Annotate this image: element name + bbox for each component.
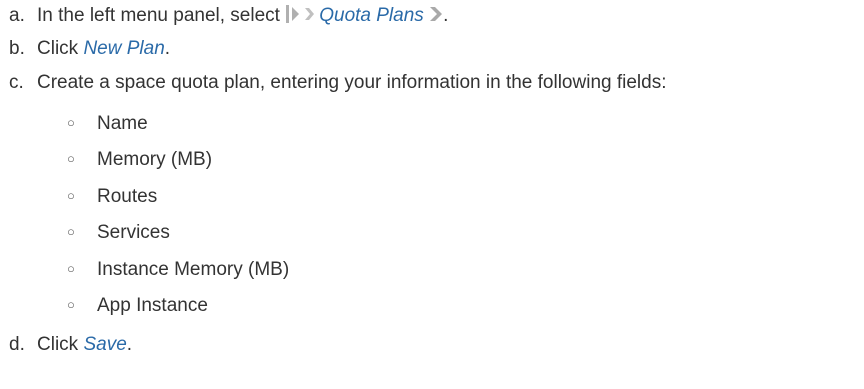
- field-list-item: ○ Services: [67, 220, 170, 245]
- field-name: Instance Memory (MB): [97, 259, 290, 280]
- menu-expand-icon: [285, 4, 319, 31]
- bullet-circle-icon: ○: [67, 297, 75, 312]
- field-name: Memory (MB): [97, 149, 213, 170]
- step-text: Click: [37, 38, 79, 59]
- bullet-circle-icon: ○: [67, 151, 75, 166]
- new-plan-link[interactable]: New Plan: [83, 38, 164, 59]
- quota-plans-link[interactable]: Quota Plans: [319, 5, 424, 26]
- step-b: b. Click New Plan.: [9, 37, 170, 61]
- field-list-item: ○ Name: [67, 111, 148, 136]
- step-a: a. In the left menu panel, select Quota P…: [9, 4, 448, 31]
- step-text: In the left menu panel, select: [37, 5, 280, 26]
- step-marker: a.: [9, 5, 25, 26]
- chevron-right-icon: [429, 4, 443, 31]
- field-list-item: ○ Instance Memory (MB): [67, 257, 289, 282]
- step-marker: c.: [9, 72, 24, 93]
- bullet-circle-icon: ○: [67, 261, 75, 276]
- field-name: Routes: [97, 186, 158, 207]
- step-text-end: .: [443, 5, 449, 26]
- step-text: Click: [37, 334, 79, 355]
- save-link[interactable]: Save: [83, 334, 126, 355]
- step-c: c. Create a space quota plan, entering yo…: [9, 71, 667, 95]
- instruction-document: a. In the left menu panel, select Quota P…: [0, 0, 864, 389]
- field-name: App Instance: [97, 295, 208, 316]
- bullet-circle-icon: ○: [67, 188, 75, 203]
- bullet-circle-icon: ○: [67, 224, 75, 239]
- step-marker: d.: [9, 334, 25, 355]
- bullet-circle-icon: ○: [67, 115, 75, 130]
- field-list-item: ○ Memory (MB): [67, 147, 212, 172]
- field-list-item: ○ Routes: [67, 184, 157, 209]
- step-text-end: .: [126, 334, 133, 355]
- step-d: d. Click Save.: [9, 333, 132, 357]
- field-list-item: ○ App Instance: [67, 293, 208, 318]
- field-name: Name: [97, 113, 148, 134]
- step-text: Create a space quota plan, entering your…: [37, 72, 667, 93]
- field-name: Services: [97, 222, 170, 243]
- step-marker: b.: [9, 38, 25, 59]
- step-text-end: .: [164, 38, 171, 59]
